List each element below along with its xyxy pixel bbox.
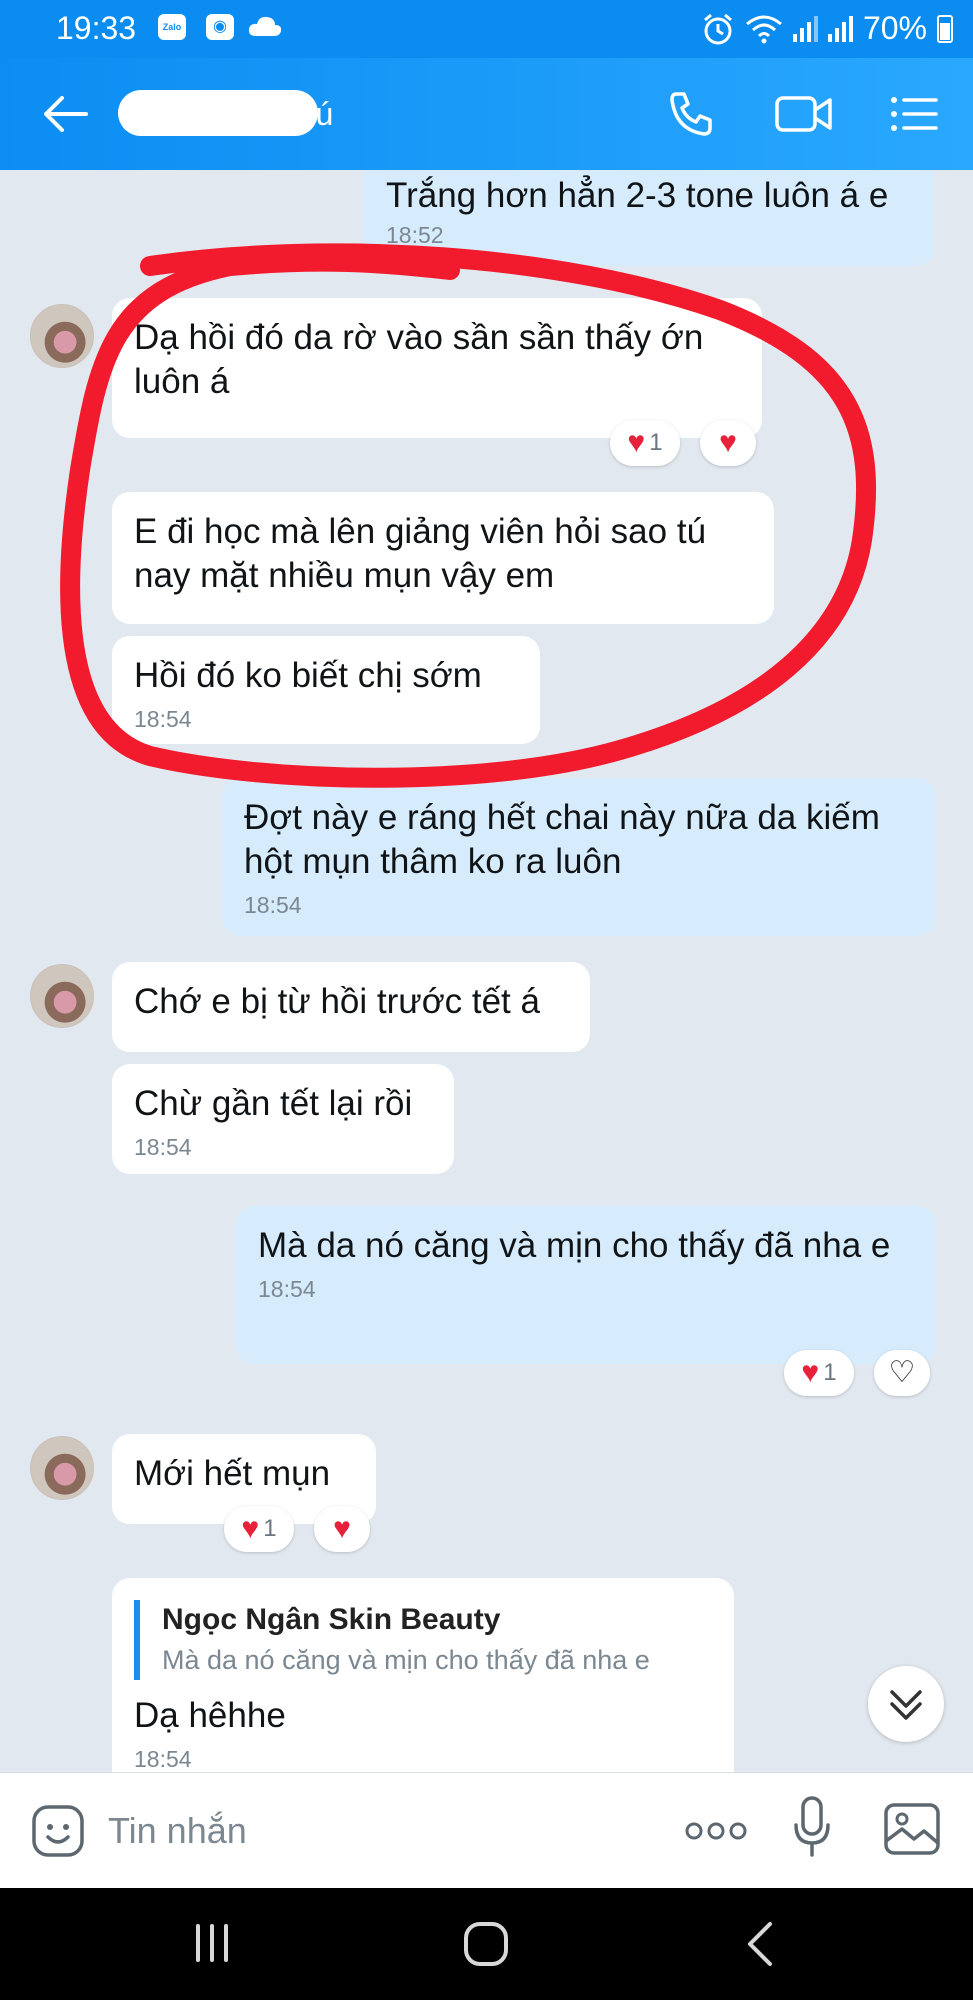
battery-icon: [937, 14, 953, 43]
message-input[interactable]: [108, 1803, 668, 1859]
message-text: Mới hết mụn: [134, 1454, 331, 1493]
message-text: E đi học mà lên giảng viên hỏi sao tú na…: [134, 512, 707, 595]
message-time: 18:54: [134, 1746, 192, 1772]
reaction-count: 1: [649, 429, 663, 456]
message-bubble-incoming[interactable]: E đi học mà lên giảng viên hỏi sao tú na…: [112, 492, 774, 624]
video-call-icon[interactable]: [774, 88, 834, 140]
signal-1-icon: [792, 15, 818, 42]
avatar[interactable]: [30, 964, 94, 1028]
message-time: 18:54: [258, 1276, 316, 1302]
microphone-icon[interactable]: [792, 1795, 832, 1861]
reaction-count-badge[interactable]: ♥ 1: [224, 1506, 294, 1552]
double-chevron-down-icon: [890, 1690, 922, 1720]
phone-icon[interactable]: [664, 88, 720, 140]
back-icon[interactable]: [740, 1918, 780, 1970]
signal-2-icon: [827, 15, 853, 42]
status-bar: 19:33 Zalo ◉ 70%: [0, 0, 973, 58]
more-options-icon[interactable]: [684, 1817, 748, 1845]
avatar[interactable]: [30, 1436, 94, 1500]
quoted-text: Mà da nó căng và mịn cho thấy đã nha e: [162, 1645, 650, 1675]
message-bubble-outgoing[interactable]: Đợt này e ráng hết chai này nữa da kiếm …: [222, 778, 936, 936]
message-text: Mà da nó căng và mịn cho thấy đã nha e: [258, 1226, 891, 1265]
message-time: 18:54: [244, 892, 302, 918]
reaction-count: 1: [823, 1359, 837, 1386]
message-text: Dạ hêhhe: [134, 1696, 286, 1735]
wifi-icon: [746, 15, 782, 43]
home-icon[interactable]: [460, 1918, 512, 1970]
chat-area[interactable]: Trắng hơn hẳn 2-3 tone luôn á e 18:52 Dạ…: [0, 170, 973, 1772]
message-text: Chớ e bị từ hồi trước tết á: [134, 982, 540, 1021]
message-time: 18:54: [134, 706, 192, 732]
message-bubble-outgoing[interactable]: Mà da nó căng và mịn cho thấy đã nha e 1…: [236, 1206, 936, 1364]
alarm-icon: [703, 13, 732, 44]
message-input-bar: [0, 1772, 973, 1888]
avatar[interactable]: [30, 304, 94, 368]
quoted-message[interactable]: Ngọc Ngân Skin Beauty Mà da nó căng và m…: [134, 1600, 712, 1680]
message-bubble-reply[interactable]: Ngọc Ngân Skin Beauty Mà da nó căng và m…: [112, 1578, 734, 1772]
react-heart-button[interactable]: ♡: [874, 1350, 930, 1396]
zalo-app-icon: Zalo: [158, 14, 186, 40]
system-nav-bar: [0, 1888, 973, 2000]
reaction-count: 1: [263, 1515, 277, 1542]
react-heart-button[interactable]: ♥: [700, 420, 756, 466]
battery-percent: 70%: [862, 10, 927, 46]
image-icon[interactable]: [882, 1801, 942, 1857]
message-text: Trắng hơn hẳn 2-3 tone luôn á e: [386, 176, 889, 215]
contact-name[interactable]: Tú: [296, 96, 333, 133]
heart-icon: ♥: [801, 1356, 820, 1389]
message-time: 18:54: [134, 1134, 192, 1160]
message-text: Hồi đó ko biết chị sớm: [134, 656, 482, 695]
message-bubble-incoming[interactable]: Chừ gần tết lại rồi 18:54: [112, 1064, 454, 1174]
back-arrow-icon[interactable]: [40, 92, 90, 136]
message-text: Đợt này e ráng hết chai này nữa da kiếm …: [244, 798, 880, 881]
sticker-icon[interactable]: [30, 1803, 86, 1859]
scroll-to-bottom-button[interactable]: [868, 1666, 944, 1742]
heart-outline-icon: ♡: [888, 1356, 916, 1389]
chat-header: Tú: [0, 58, 973, 170]
message-bubble-incoming[interactable]: Dạ hồi đó da rờ vào sần sần thấy ớn luôn…: [112, 298, 762, 438]
message-time: 18:52: [386, 222, 444, 248]
cloud-icon: [248, 16, 282, 36]
message-text: Dạ hồi đó da rờ vào sần sần thấy ớn luôn…: [134, 318, 704, 401]
heart-icon: ♥: [719, 426, 737, 459]
message-bubble-outgoing[interactable]: Trắng hơn hẳn 2-3 tone luôn á e 18:52: [364, 170, 934, 266]
message-bubble-incoming[interactable]: Hồi đó ko biết chị sớm 18:54: [112, 636, 540, 744]
reaction-count-badge[interactable]: ♥ 1: [610, 420, 680, 466]
reaction-count-badge[interactable]: ♥ 1: [784, 1350, 854, 1396]
heart-icon: ♥: [241, 1512, 260, 1545]
heart-icon: ♥: [333, 1512, 351, 1545]
quoted-sender: Ngọc Ngân Skin Beauty: [162, 1603, 501, 1636]
recent-apps-icon[interactable]: [190, 1918, 234, 1968]
message-bubble-incoming[interactable]: Chớ e bị từ hồi trước tết á: [112, 962, 590, 1052]
menu-list-icon[interactable]: [888, 88, 940, 140]
react-heart-button[interactable]: ♥: [314, 1506, 370, 1552]
status-time: 19:33: [56, 10, 137, 46]
heart-icon: ♥: [627, 426, 646, 459]
notification-app-icon: ◉: [206, 14, 234, 40]
redacted-name: [118, 90, 318, 136]
message-text: Chừ gần tết lại rồi: [134, 1084, 413, 1123]
